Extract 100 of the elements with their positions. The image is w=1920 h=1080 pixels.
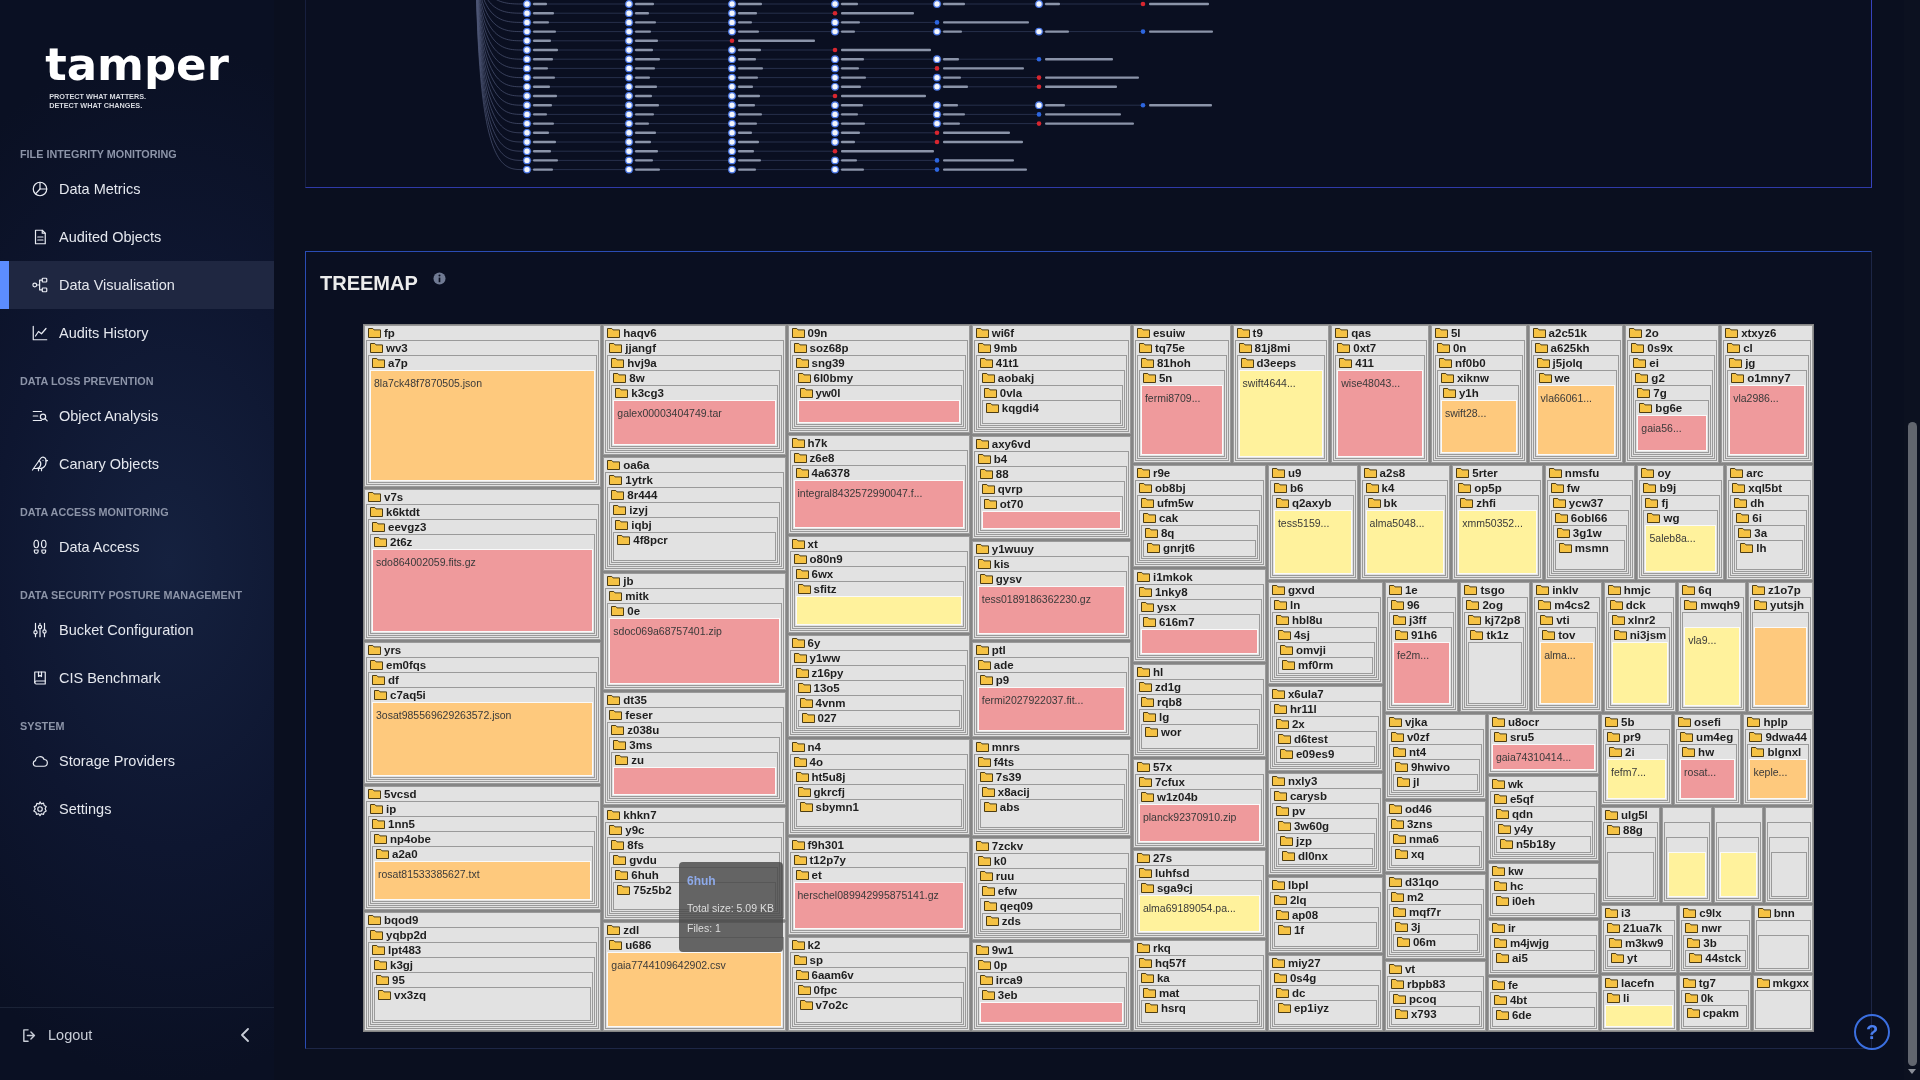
folder-icon (1534, 343, 1548, 353)
folder-name: tq75e (1154, 341, 1185, 355)
folder-name: nf0b0 (1454, 356, 1486, 370)
folder-name: a2s8 (1379, 465, 1406, 480)
folder-name: gysv (995, 571, 1022, 586)
folder-icon (1138, 343, 1152, 353)
folder-name: m4cs2 (1554, 598, 1590, 613)
nav-item[interactable]: Settings (0, 785, 274, 833)
folder-icon (609, 343, 623, 353)
folder-name: carysb (1289, 789, 1328, 804)
folder-name: mnrs (991, 739, 1020, 754)
folder-icon (1339, 358, 1353, 368)
folder-name: mqf7r (1408, 905, 1441, 920)
nav-item[interactable]: Storage Providers (0, 737, 274, 785)
folder-name: eevgz3 (388, 519, 427, 534)
folder-name: 0n (1452, 341, 1467, 355)
folder-name: 6y (807, 635, 821, 650)
folder-name: m3kw9 (1625, 935, 1664, 950)
folder-name: bqod9 (384, 913, 419, 928)
nav-item[interactable]: Bucket Configuration (0, 606, 274, 654)
folder-name: hsrq (1160, 1000, 1186, 1015)
folder-name: vti (1556, 613, 1570, 628)
folder-icon (617, 535, 631, 546)
file-name: fermi2027922037.fit... (981, 693, 1084, 706)
folder-icon (1396, 776, 1410, 787)
folder-name: y9c (625, 823, 645, 838)
folder-name: khkn7 (623, 808, 657, 823)
folder-name: um4eg (1696, 729, 1734, 744)
tooltip-text: Files: 1 (687, 921, 721, 936)
file-name: keple... (1753, 765, 1788, 778)
file-name: vla2986... (1733, 392, 1779, 404)
scrollbar-thumb[interactable] (1907, 422, 1917, 1066)
folder-name: m2 (1406, 890, 1424, 905)
folder-name: axy6vd (991, 436, 1031, 451)
nav-item[interactable]: Data Metrics (0, 165, 274, 213)
file-name: alma69189054.pa... (1142, 901, 1236, 914)
folder-name: 0p (993, 957, 1008, 972)
folder-name: b9j (1659, 480, 1677, 495)
folder-name: jb (623, 574, 634, 589)
nav-item[interactable]: Audited Objects (0, 213, 274, 261)
folder-name: 1nn5 (388, 816, 415, 831)
folder-name: hmjc (1623, 583, 1651, 598)
folder-name: xt (807, 537, 818, 552)
folder-name: jg (1745, 356, 1756, 370)
folder-name: 2x (1291, 717, 1305, 732)
folder-icon (617, 885, 631, 896)
nav-item[interactable]: Data Visualisation (0, 261, 274, 309)
folder-name: y4y (1513, 821, 1534, 836)
folder-icon (1536, 358, 1550, 368)
nav-item[interactable]: Canary Objects (0, 440, 274, 488)
folder-name: vt (1404, 962, 1416, 977)
folder-name: cl (1743, 341, 1753, 355)
bird-icon (31, 455, 49, 473)
folder-name: n5b18y (1515, 836, 1556, 851)
folder-name: fw (1566, 480, 1580, 495)
folder-name: lbpl (1287, 878, 1309, 893)
nav-item[interactable]: Audits History (0, 309, 274, 357)
folder-name: ulg5l (1621, 808, 1648, 823)
nav-item[interactable]: Object Analysis (0, 392, 274, 440)
folder-name: pr9 (1623, 729, 1641, 744)
logout-button[interactable]: Logout (21, 1022, 93, 1048)
scroll-down-icon[interactable] (1908, 1069, 1916, 1074)
file-name: rosat... (1684, 765, 1717, 778)
folder-icon (1538, 373, 1552, 383)
folder-name: em0fqs (386, 658, 427, 673)
folder-icon (1136, 328, 1150, 338)
file-name: fe2m... (1396, 649, 1430, 662)
folder-name: k3cg3 (631, 386, 664, 400)
folder-name: luhfsd (1154, 865, 1190, 880)
nav-item[interactable]: CIS Benchmark (0, 654, 274, 702)
folder-name: cpakm (1702, 1005, 1740, 1020)
folder-name: i0eh (1511, 893, 1535, 908)
folder-name: hr11l (1289, 702, 1317, 717)
folder-name: 1ytrk (625, 473, 653, 488)
folder-name: et (811, 868, 822, 883)
nav-item[interactable]: Data Access (0, 523, 274, 571)
file-name: 8la7ck48f7870505.json (374, 377, 482, 389)
folder-icon (1337, 343, 1351, 353)
help-button[interactable]: ? (1854, 1014, 1890, 1050)
folder-name: jzp (1295, 834, 1312, 849)
folder-name: 4vnm (815, 695, 846, 710)
folder-name: aobakj (997, 371, 1035, 385)
folder-name: 4bt (1509, 993, 1528, 1008)
folder-name: o1mny7 (1747, 371, 1791, 385)
folder-name: dh (1750, 495, 1765, 510)
folder-name: zu (631, 752, 645, 767)
folder-name: c9lx (1699, 905, 1722, 920)
folder-name: n4 (807, 739, 821, 754)
folder-name: ni3jsm (1629, 628, 1667, 643)
folder-name: gvdu (629, 853, 657, 868)
folder-name: sru5 (1509, 729, 1535, 744)
folder-name: t12p7y (809, 853, 846, 868)
folder-name: rqb8 (1156, 694, 1182, 709)
folder-name: 4o (809, 754, 823, 769)
folder-name: 0s4g (1289, 971, 1317, 986)
folder-name: y1ww (809, 650, 841, 665)
folder-name: zdl (623, 923, 640, 938)
folder-name: dc (1291, 986, 1306, 1001)
folder-icon (1740, 542, 1754, 553)
folder-name: 5vcsd (384, 786, 417, 801)
